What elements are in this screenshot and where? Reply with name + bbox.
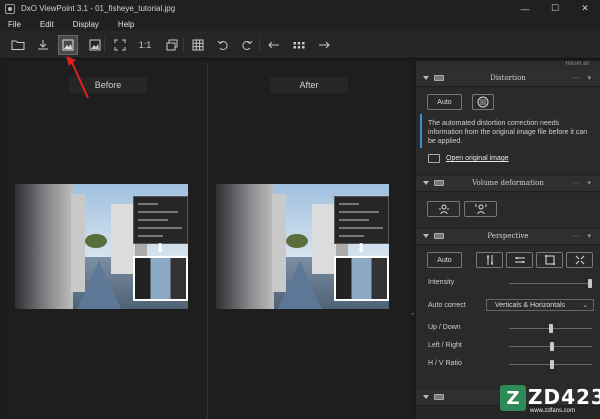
reset-all-button[interactable]: Reset all xyxy=(566,61,589,67)
filmstrip-icon[interactable] xyxy=(289,35,309,55)
toolbar-separator xyxy=(259,38,260,52)
hv-ratio-label: H / V Ratio xyxy=(428,360,462,367)
folder-icon xyxy=(428,154,440,163)
distortion-info-text: The automated distortion correction need… xyxy=(428,120,588,145)
auto-correct-select[interactable]: Verticals & Horizontals ⌄ xyxy=(486,299,594,311)
left-right-slider[interactable] xyxy=(509,342,592,351)
menu-file[interactable]: File xyxy=(8,20,21,29)
up-down-knob[interactable] xyxy=(549,324,553,333)
intensity-slider[interactable] xyxy=(509,279,592,288)
up-down-slider[interactable] xyxy=(509,324,592,333)
section-menu-icons[interactable]: ⋯ ▾ xyxy=(573,74,594,82)
menu-help[interactable]: Help xyxy=(118,20,134,29)
open-folder-icon[interactable] xyxy=(8,35,28,55)
window-controls: — ☐ ✕ xyxy=(510,0,600,17)
correction-panel: Reset all Distortion ⋯ ▾ Auto The automa… xyxy=(416,61,600,419)
fit-screen-icon[interactable] xyxy=(110,35,130,55)
after-label: After xyxy=(270,77,348,93)
horizontal-lines-icon[interactable] xyxy=(506,252,533,268)
rotate-right-icon[interactable] xyxy=(237,35,257,55)
perspective-auto-button[interactable]: Auto xyxy=(427,252,462,268)
watermark: Z ZD423 www.zdfans.com xyxy=(500,383,600,417)
left-right-knob[interactable] xyxy=(550,342,554,351)
title-bar: DxO ViewPoint 3.1 - 01_fisheye_tutorial.… xyxy=(0,0,600,17)
batch-icon[interactable] xyxy=(162,35,182,55)
watermark-brand: ZD423 xyxy=(528,385,600,409)
fisheye-icon[interactable] xyxy=(472,94,494,110)
collapse-icon xyxy=(423,395,429,399)
toggle-icon[interactable] xyxy=(434,394,444,400)
volume-section xyxy=(416,193,600,227)
collapse-icon xyxy=(423,76,429,80)
before-image: ⬇ xyxy=(15,184,188,309)
volume-title: Volume deformation xyxy=(472,179,544,187)
volume-horizontal-icon[interactable] xyxy=(427,201,460,217)
distortion-title: Distortion xyxy=(490,74,526,82)
previous-image-icon[interactable] xyxy=(264,35,284,55)
rotate-left-icon[interactable] xyxy=(213,35,233,55)
section-menu-icons[interactable]: ⋯ ▾ xyxy=(573,179,594,187)
volume-header[interactable]: Volume deformation ⋯ ▾ xyxy=(416,176,600,192)
next-image-icon[interactable] xyxy=(314,35,334,55)
toggle-icon[interactable] xyxy=(434,75,444,81)
perspective-section: Auto Intensity Auto correct Verticals & … xyxy=(416,246,600,396)
section-menu-icons[interactable]: ⋯ ▾ xyxy=(573,232,594,240)
toolbar-separator xyxy=(183,38,184,52)
distortion-section: Auto The automated distortion correction… xyxy=(416,88,600,172)
splitter-grip-icon: ▸ xyxy=(412,311,415,317)
open-original-link[interactable]: Open original image xyxy=(446,155,509,162)
grid-icon[interactable] xyxy=(188,35,208,55)
perspective-title: Perspective xyxy=(487,232,529,240)
toggle-icon[interactable] xyxy=(434,180,444,186)
left-right-label: Left / Right xyxy=(428,342,462,349)
perspective-header[interactable]: Perspective ⋯ ▾ xyxy=(416,229,600,245)
auto-correct-label: Auto correct xyxy=(428,302,466,309)
split-divider[interactable] xyxy=(207,63,208,419)
distortion-auto-button[interactable]: Auto xyxy=(427,94,462,110)
hv-ratio-knob[interactable] xyxy=(550,360,554,369)
collapse-icon xyxy=(423,234,429,238)
toggle-icon[interactable] xyxy=(434,233,444,239)
eight-point-icon[interactable] xyxy=(566,252,593,268)
red-arrow-annotation xyxy=(66,56,89,99)
intensity-label: Intensity xyxy=(428,279,455,286)
window-title: DxO ViewPoint 3.1 - 01_fisheye_tutorial.… xyxy=(21,4,176,13)
close-button[interactable]: ✕ xyxy=(570,0,600,17)
export-icon[interactable] xyxy=(33,35,53,55)
watermark-logo: Z xyxy=(500,385,526,411)
volume-spherical-icon[interactable] xyxy=(464,201,497,217)
menu-display[interactable]: Display xyxy=(73,20,99,29)
maximize-button[interactable]: ☐ xyxy=(540,0,570,17)
vertical-lines-icon[interactable] xyxy=(476,252,503,268)
distortion-header[interactable]: Distortion ⋯ ▾ xyxy=(416,71,600,87)
auto-correct-value: Verticals & Horizontals xyxy=(495,301,566,309)
up-down-label: Up / Down xyxy=(428,324,461,331)
toolbar-separator xyxy=(104,38,105,52)
collapse-icon xyxy=(423,181,429,185)
rectangle-perspective-icon[interactable] xyxy=(536,252,563,268)
menu-edit[interactable]: Edit xyxy=(40,20,54,29)
info-bar xyxy=(420,114,422,148)
zoom-100-button[interactable]: 1:1 xyxy=(135,35,155,55)
after-image: ⬇ xyxy=(216,184,389,309)
intensity-knob[interactable] xyxy=(588,279,592,288)
watermark-url: www.zdfans.com xyxy=(530,408,576,414)
minimize-button[interactable]: — xyxy=(510,0,540,17)
app-logo-icon xyxy=(5,3,15,14)
chevron-down-icon: ⌄ xyxy=(582,302,588,309)
hv-ratio-slider[interactable] xyxy=(509,360,592,369)
menu-bar: File Edit Display Help xyxy=(0,17,600,31)
